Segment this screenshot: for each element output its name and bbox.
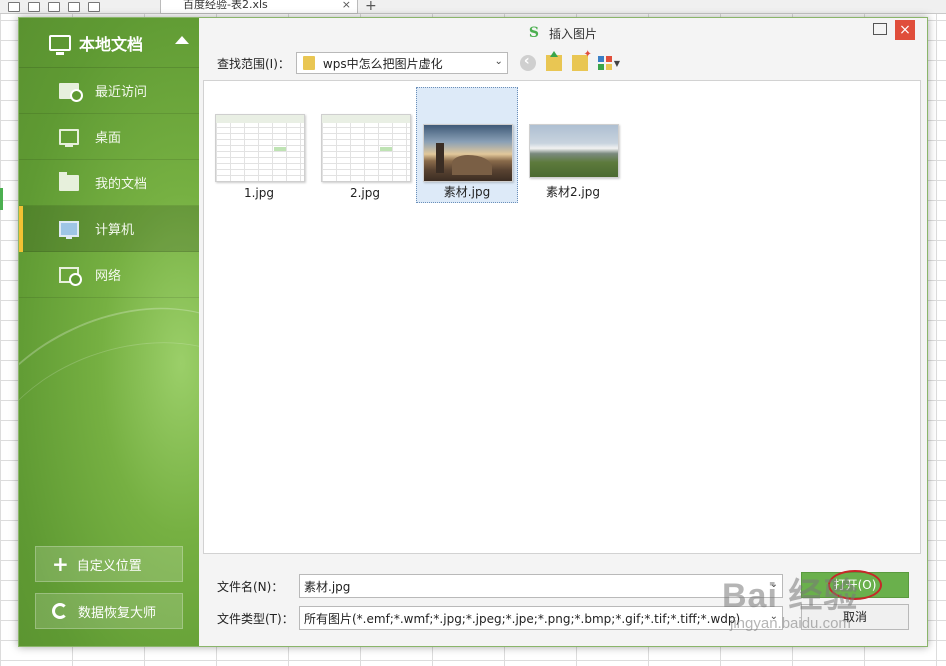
tab-close-icon[interactable]: ×: [342, 0, 351, 10]
selected-row-marker: [0, 188, 3, 210]
sidebar-item-desktop[interactable]: 桌面: [19, 114, 199, 160]
sidebar: 本地文档 最近访问 桌面 我的文档 计算机 网络 + 自定义位置 数据恢复大师: [19, 18, 199, 646]
up-folder-icon[interactable]: [545, 51, 562, 71]
insert-picture-dialog: 本地文档 最近访问 桌面 我的文档 计算机 网络 + 自定义位置 数据恢复大师 …: [18, 17, 928, 647]
custom-location-button[interactable]: + 自定义位置: [35, 546, 183, 582]
file-item-selected[interactable]: 素材.jpg: [416, 87, 518, 203]
collapse-caret-icon[interactable]: [175, 36, 189, 44]
file-thumbnail: [321, 114, 411, 182]
file-item[interactable]: 素材2.jpg: [522, 87, 624, 203]
sidebar-item-label: 计算机: [95, 223, 135, 238]
file-item[interactable]: 2.jpg: [314, 87, 416, 203]
folder-icon: [302, 56, 315, 70]
view-menu-icon[interactable]: [597, 56, 612, 70]
document-tab-label: 百度经验-表2.xls: [183, 0, 268, 11]
file-name: 1.jpg: [243, 186, 275, 200]
monitor-icon: [49, 34, 71, 55]
filetype-select[interactable]: 所有图片(*.emf;*.wmf;*.jpg;*.jpeg;*.jpe;*.pn…: [299, 606, 783, 630]
file-name: 素材2.jpg: [545, 185, 601, 199]
dialog-title: 插入图片: [549, 26, 598, 41]
filename-value: 素材.jpg: [304, 579, 351, 594]
dialog-main: S 插入图片 × 查找范围(I)： wps中怎么把图片虚化 ⌄ ▼ 1.jpg: [199, 18, 927, 646]
maximize-button[interactable]: [873, 23, 887, 35]
folder-icon: [59, 171, 79, 191]
sidebar-header-local-docs[interactable]: 本地文档: [19, 18, 199, 68]
filetype-value: 所有图片(*.emf;*.wmf;*.jpg;*.jpeg;*.jpe;*.pn…: [304, 611, 741, 626]
sidebar-item-computer[interactable]: 计算机: [19, 206, 199, 252]
data-recovery-button[interactable]: 数据恢复大师: [35, 593, 183, 629]
back-icon[interactable]: [519, 53, 536, 71]
plus-icon: +: [52, 552, 69, 576]
preview-icon[interactable]: [48, 1, 60, 12]
filename-input[interactable]: 素材.jpg ⌄: [299, 574, 783, 598]
filetype-row: 文件类型(T)： 所有图片(*.emf;*.wmf;*.jpg;*.jpeg;*…: [199, 604, 783, 632]
sidebar-item-label: 网络: [95, 269, 122, 284]
sidebar-item-label: 我的文档: [95, 177, 148, 192]
file-name: 素材.jpg: [443, 185, 491, 199]
print-preview-icon[interactable]: [8, 1, 20, 12]
watermark-url: jingyan.baidu.com: [730, 615, 851, 632]
computer-icon: [59, 220, 79, 239]
custom-location-label: 自定义位置: [76, 558, 142, 574]
watermark: Bai 经验 jingyan.baidu.com: [722, 578, 932, 648]
spreadsheet-toolbar: [0, 0, 946, 14]
view-menu-caret-icon[interactable]: ▼: [614, 59, 620, 68]
sidebar-item-my-documents[interactable]: 我的文档: [19, 160, 199, 206]
network-icon: [59, 266, 82, 286]
undo-icon[interactable]: [68, 1, 80, 12]
file-thumbnail: [423, 124, 513, 182]
recovery-icon: [52, 603, 68, 619]
look-in-value: wps中怎么把图片虚化: [322, 56, 443, 71]
new-tab-button[interactable]: +: [365, 0, 377, 14]
chevron-down-icon: ⌄: [494, 56, 503, 67]
filetype-label: 文件类型(T)：: [217, 611, 294, 626]
sidebar-item-network[interactable]: 网络: [19, 252, 199, 298]
look-in-row: 查找范围(I)： wps中怎么把图片虚化 ⌄ ▼: [199, 48, 927, 78]
file-thumbnail: [215, 114, 305, 182]
redo-icon[interactable]: [88, 1, 100, 12]
look-in-select[interactable]: wps中怎么把图片虚化 ⌄: [295, 52, 508, 74]
watermark-logo: Bai 经验: [722, 577, 859, 615]
recent-icon: [59, 82, 83, 102]
dialog-title-bar: S 插入图片 ×: [199, 18, 927, 48]
sidebar-header-label: 本地文档: [79, 34, 144, 54]
file-list: 1.jpg 2.jpg 素材.jpg 素材2.jpg: [203, 80, 921, 554]
document-tab[interactable]: 百度经验-表2.xls ×: [160, 0, 358, 14]
look-in-label: 查找范围(I)：: [217, 56, 290, 71]
close-button[interactable]: ×: [895, 20, 915, 40]
sidebar-item-label: 最近访问: [95, 85, 148, 100]
file-name: 2.jpg: [349, 186, 381, 200]
filename-row: 文件名(N)： 素材.jpg ⌄: [199, 572, 783, 600]
file-item[interactable]: 1.jpg: [208, 87, 310, 203]
sidebar-item-label: 桌面: [95, 131, 122, 146]
print-icon[interactable]: [28, 1, 40, 12]
desktop-icon: [59, 128, 79, 147]
data-recovery-label: 数据恢复大师: [78, 605, 157, 621]
file-thumbnail: [529, 124, 619, 178]
wps-logo-icon: S: [528, 25, 540, 41]
filename-label: 文件名(N)：: [217, 579, 284, 594]
new-folder-icon[interactable]: [571, 49, 592, 71]
sidebar-item-recent[interactable]: 最近访问: [19, 68, 199, 114]
